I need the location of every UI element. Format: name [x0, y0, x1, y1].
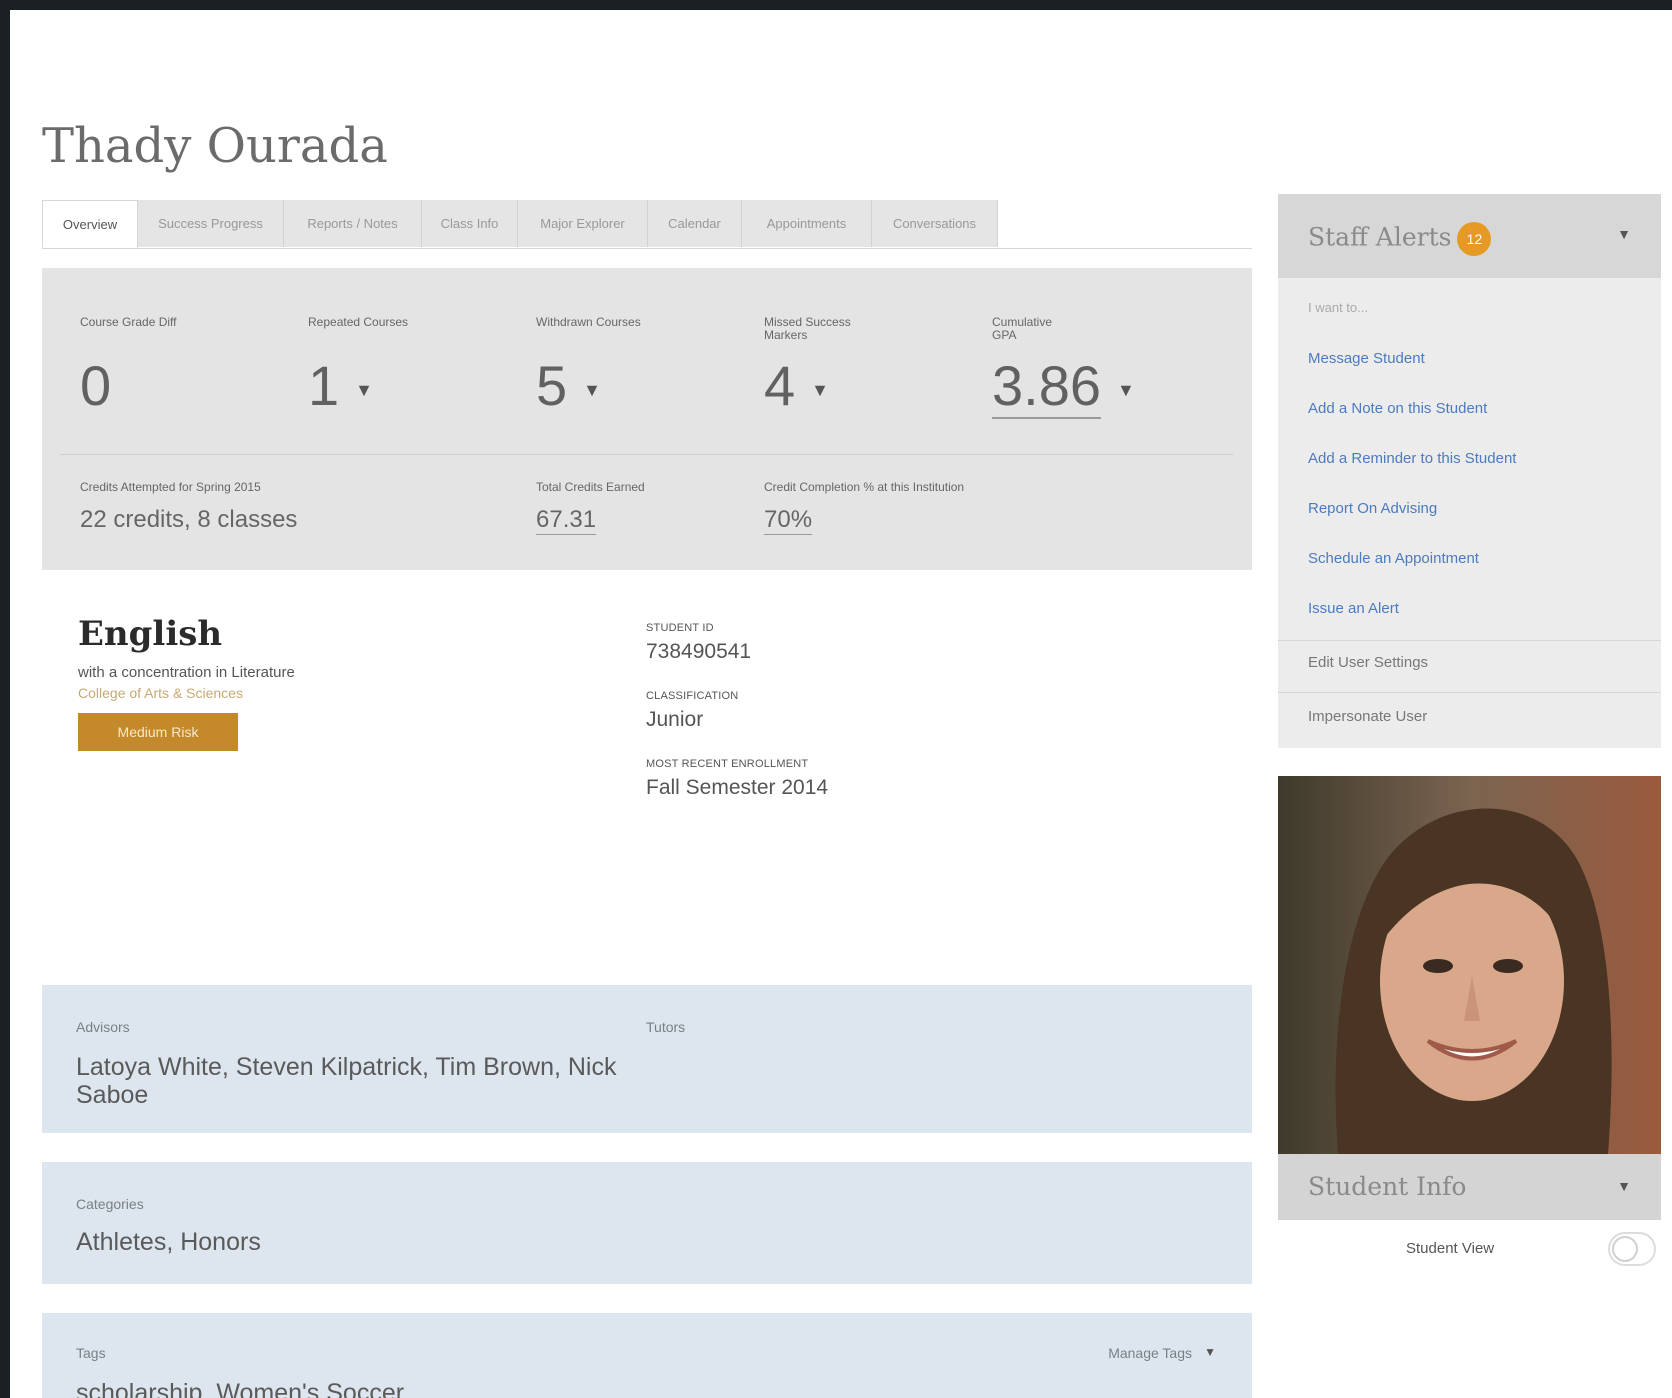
metric-repeated-courses[interactable]: Repeated Courses 1 ▼ — [308, 316, 508, 420]
edit-user-settings-link[interactable]: Edit User Settings — [1308, 654, 1428, 671]
advisors-value: Latoya White, Steven Kilpatrick, Tim Bro… — [76, 1053, 617, 1109]
categories-value: Athletes, Honors — [76, 1228, 261, 1256]
alert-count-badge: 12 — [1457, 222, 1492, 256]
major-concentration: with a concentration in Literature — [78, 664, 295, 681]
metric-value[interactable]: 5 ▼ — [536, 356, 736, 420]
app-frame: Thady Ourada Overview Success Progress R… — [10, 10, 1672, 1398]
tab-calendar[interactable]: Calendar — [648, 200, 742, 247]
metric-course-grade: Course Grade Diff 0 — [80, 316, 280, 416]
caret-down-icon[interactable]: ▼ — [1204, 1345, 1216, 1359]
sub-label: Credit Completion % at this Institution — [764, 480, 965, 494]
caret-down-icon[interactable]: ▼ — [1117, 380, 1135, 400]
enrollment: Fall Semester 2014 — [646, 776, 829, 799]
major-college: College of Arts & Sciences — [78, 685, 243, 701]
credits-attempted: Credits Attempted for Spring 2015 22 cre… — [80, 480, 297, 534]
alerts-prompt: I want to... — [1308, 300, 1368, 315]
add-reminder-link[interactable]: Add a Reminder to this Student — [1308, 450, 1516, 467]
student-photo — [1278, 776, 1661, 1154]
caret-down-icon[interactable]: ▼ — [355, 380, 373, 400]
sub-label: Credits Attempted for Spring 2015 — [80, 480, 261, 494]
tab-overview[interactable]: Overview — [42, 200, 138, 248]
student-portrait-image — [1278, 776, 1661, 1154]
metric-withdrawn-courses[interactable]: Withdrawn Courses 5 ▼ — [536, 316, 736, 420]
sub-value: 22 credits, 8 classes — [80, 506, 298, 533]
metric-label: Withdrawn Courses — [536, 315, 641, 329]
major-title: English — [78, 614, 223, 654]
student-details: Student ID 738490541 Classification Juni… — [646, 622, 828, 826]
staff-alerts-title: Staff Alerts 12 — [1308, 222, 1492, 256]
schedule-appointment-link[interactable]: Schedule an Appointment — [1308, 550, 1479, 567]
issue-alert-link[interactable]: Issue an Alert — [1308, 600, 1399, 617]
risk-badge[interactable]: Medium Risk — [78, 713, 238, 751]
staff-alerts-header[interactable]: Staff Alerts 12 ▼ — [1278, 194, 1661, 278]
tab-conversations[interactable]: Conversations — [872, 200, 998, 247]
sub-value[interactable]: 70% — [764, 506, 813, 535]
staff-alerts-title-text: Staff Alerts — [1308, 222, 1452, 252]
major-block: English with a concentration in Literatu… — [78, 614, 295, 751]
divider — [1278, 692, 1661, 693]
page-title: Thady Ourada — [42, 118, 388, 174]
advisors-panel: Advisors Latoya White, Steven Kilpatrick… — [42, 985, 1252, 1133]
toggle-knob — [1612, 1236, 1638, 1262]
metric-label: Missed Success Markers — [764, 315, 851, 342]
metric-value[interactable]: 1 ▼ — [308, 356, 508, 420]
metric-label: Cumulative GPA — [992, 315, 1053, 342]
student-info-header[interactable]: Student Info ▼ — [1278, 1154, 1661, 1220]
categories-panel: Categories Athletes, Honors — [42, 1162, 1252, 1284]
caret-down-icon[interactable]: ▼ — [1617, 226, 1631, 242]
tab-major-explorer[interactable]: Major Explorer — [518, 200, 648, 247]
metric-value[interactable]: 3.86 ▼ — [992, 354, 1192, 420]
add-note-link[interactable]: Add a Note on this Student — [1308, 400, 1487, 417]
caret-down-icon[interactable]: ▼ — [583, 380, 601, 400]
sub-label: Total Credits Earned — [536, 480, 645, 494]
tags-label: Tags — [76, 1345, 106, 1361]
enrollment-label: Most Recent Enrollment — [646, 758, 809, 770]
total-credits: Total Credits Earned 67.31 — [536, 480, 645, 535]
tab-reports-notes[interactable]: Reports / Notes — [284, 200, 422, 247]
caret-down-icon[interactable]: ▼ — [1617, 1178, 1631, 1194]
categories-label: Categories — [76, 1196, 144, 1212]
tab-class-info[interactable]: Class Info — [422, 200, 518, 247]
divider — [1278, 640, 1661, 641]
sub-value[interactable]: 67.31 — [536, 506, 597, 535]
metric-missed-markers[interactable]: Missed Success Markers 4 ▼ — [764, 316, 964, 420]
metric-label: Course Grade Diff — [80, 315, 177, 329]
student-view-label: Student View — [1406, 1240, 1495, 1257]
student-view-toggle[interactable] — [1608, 1232, 1656, 1266]
caret-down-icon[interactable]: ▼ — [811, 380, 829, 400]
tutors-label: Tutors — [646, 1019, 686, 1035]
manage-tags-button[interactable]: Manage Tags — [1108, 1345, 1192, 1361]
student-info-title: Student Info — [1308, 1172, 1467, 1201]
metrics-panel: Course Grade Diff 0 Repeated Courses 1 ▼ … — [42, 268, 1252, 570]
tags-panel: Tags Manage Tags ▼ scholarship, Women's … — [42, 1313, 1252, 1398]
message-student-link[interactable]: Message Student — [1308, 350, 1425, 367]
tab-success-progress[interactable]: Success Progress — [138, 200, 284, 247]
metric-value: 0 — [80, 354, 112, 417]
credit-completion: Credit Completion % at this Institution … — [764, 480, 964, 535]
metric-label: Repeated Courses — [308, 315, 409, 329]
classification-label: Classification — [646, 690, 739, 702]
impersonate-user-link[interactable]: Impersonate User — [1308, 708, 1427, 725]
classification: Junior — [646, 708, 704, 731]
advisors-label: Advisors — [76, 1019, 130, 1035]
student-id-label: Student ID — [646, 622, 714, 634]
tab-bar: Overview Success Progress Reports / Note… — [42, 200, 1252, 249]
divider — [60, 454, 1234, 455]
metric-value[interactable]: 4 ▼ — [764, 356, 964, 420]
report-advising-link[interactable]: Report On Advising — [1308, 500, 1437, 517]
student-id: 738490541 — [646, 640, 752, 663]
tags-value: scholarship, Women's Soccer — [76, 1379, 405, 1398]
tab-appointments[interactable]: Appointments — [742, 200, 872, 247]
metric-cumulative-gpa[interactable]: Cumulative GPA 3.86 ▼ — [992, 316, 1192, 420]
staff-alerts-panel: Staff Alerts 12 ▼ I want to... Message St… — [1278, 194, 1661, 748]
